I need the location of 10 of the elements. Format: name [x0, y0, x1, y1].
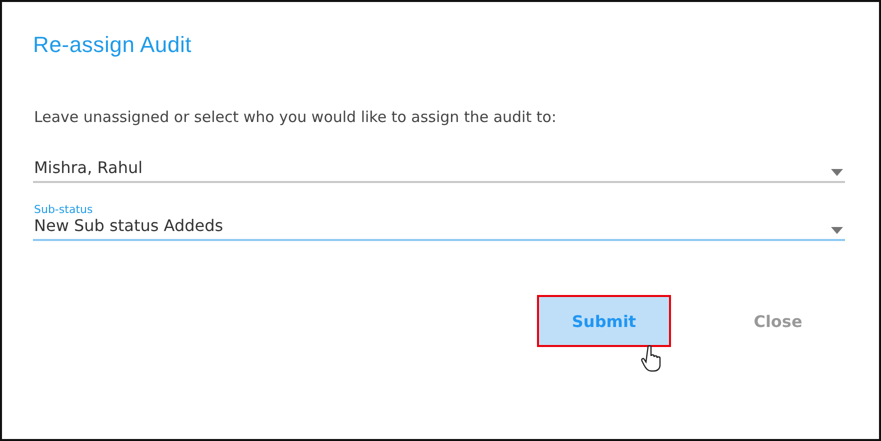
field-value: New Sub status Addeds — [34, 216, 224, 235]
dropdown-field[interactable]: Sub-status New Sub status Addeds — [33, 203, 845, 241]
instruction-text: Leave unassigned or select who you would like to assign the audit to: — [34, 108, 558, 126]
field-label: Sub-status — [34, 203, 94, 216]
hand-cursor-icon — [641, 345, 663, 373]
field-value: Mishra, Rahul — [34, 158, 143, 177]
dialog-title: Re-assign Audit — [33, 32, 193, 58]
caret-icon — [831, 169, 843, 176]
caret-icon — [831, 227, 843, 234]
dropdown-field[interactable]: Mishra, Rahul — [33, 158, 845, 183]
